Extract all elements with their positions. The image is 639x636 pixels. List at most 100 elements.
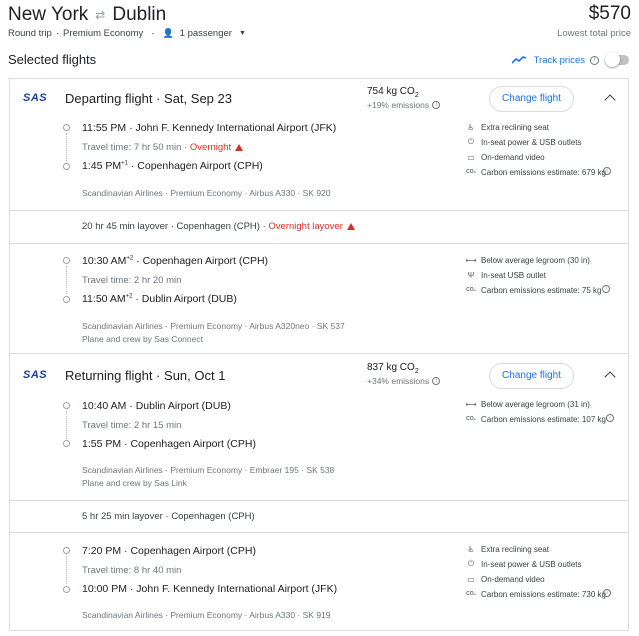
amenity: ▭ On-demand video	[467, 574, 545, 584]
amenity: ▭ On-demand video	[467, 152, 545, 162]
seg1-arrival: 1:45 PM+1 · Copenhagen Airport (CPH)	[82, 160, 263, 172]
departing-date: Sat, Sep 23	[164, 91, 232, 106]
info-icon[interactable]: i	[432, 101, 441, 109]
divider	[10, 243, 628, 244]
seg1-travel-time: Travel time: 2 hr 15 min	[82, 420, 182, 431]
origin-city: New York	[8, 4, 89, 25]
reclining-seat-icon: ♿	[467, 544, 475, 554]
destination-city: Dublin	[112, 4, 167, 25]
returning-emissions: 837 kg CO2	[367, 362, 419, 375]
selected-flights-heading: Selected flights	[8, 52, 97, 67]
toggle-knob	[605, 52, 620, 67]
co2-icon: CO₂	[466, 287, 476, 293]
seg1-details: Scandinavian Airlines · Premium Economy …	[82, 188, 331, 198]
info-icon[interactable]: i	[603, 167, 611, 175]
seg1-departure: 10:40 AM · Dublin Airport (DUB)	[82, 400, 231, 412]
seg1-operator: Plane and crew by Sas Link	[82, 478, 187, 488]
seg2-operator: Plane and crew by Sas Connect	[82, 334, 203, 344]
amenity: CO₂ Carbon emissions estimate: 679 kg	[466, 167, 606, 177]
amenity: ⟷ Below average legroom (31 in)	[465, 399, 590, 409]
seg2-departure: 7:20 PM · Copenhagen Airport (CPH)	[82, 545, 256, 557]
co2-icon: CO₂	[466, 416, 476, 422]
arrival-dot	[63, 440, 70, 447]
emissions-value: 837 kg CO	[367, 362, 415, 373]
returning-emissions-pct: +34% emissions i	[367, 376, 441, 386]
change-departing-button[interactable]: Change flight	[489, 86, 574, 112]
track-prices-toggle[interactable]	[605, 52, 629, 67]
seg1-departure: 11:55 PM · John F. Kennedy International…	[82, 122, 337, 134]
divider	[10, 210, 628, 211]
arrival-dot	[63, 163, 70, 170]
co2-icon: CO₂	[466, 591, 476, 597]
route-dots	[66, 266, 67, 294]
change-returning-button[interactable]: Change flight	[489, 363, 574, 389]
departure-dot	[63, 402, 70, 409]
reclining-seat-icon: ♿	[467, 122, 475, 132]
departing-title: Departing flight · Sat, Sep 23	[65, 91, 232, 106]
seg1-travel-time: Travel time: 7 hr 50 min · Overnight	[82, 142, 244, 153]
info-icon[interactable]: i	[606, 414, 614, 422]
info-icon[interactable]: i	[590, 55, 599, 65]
sas-logo: SAS	[23, 92, 48, 104]
info-icon[interactable]: i	[603, 589, 611, 597]
warning-icon	[346, 223, 355, 230]
amenity: ⟷ Below average legroom (30 in)	[465, 255, 590, 265]
arrival-dot	[63, 296, 70, 303]
trip-options: Round trip · Premium Economy · 👤 1 passe…	[8, 28, 246, 39]
emissions-value: 754 kg CO	[367, 86, 415, 97]
legroom-icon: ⟷	[465, 399, 477, 409]
amenity: CO₂ Carbon emissions estimate: 107 kg	[466, 414, 606, 424]
departing-label: Departing flight	[65, 91, 153, 106]
power-plug-icon: ⏻	[467, 137, 475, 146]
info-icon[interactable]: i	[432, 377, 441, 385]
route-dots	[66, 133, 67, 161]
amenity: CO₂ Carbon emissions estimate: 730 kg	[466, 589, 606, 599]
dropdown-arrow-icon: ▼	[238, 30, 246, 37]
info-icon[interactable]: i	[602, 285, 610, 293]
seg2-travel-time: Travel time: 2 hr 20 min	[82, 275, 182, 286]
collapse-chevron-icon[interactable]	[604, 371, 616, 383]
track-prices-control[interactable]: Track prices i	[511, 52, 629, 67]
track-prices-label: Track prices	[533, 54, 585, 66]
seg2-arrival: 11:50 AM+2 · Dublin Airport (DUB)	[82, 293, 237, 305]
seg2-details: Scandinavian Airlines · Premium Economy …	[82, 321, 345, 331]
power-plug-icon: ⏻	[467, 559, 475, 568]
trend-icon	[511, 53, 527, 67]
returning-layover: 5 hr 25 min layover · Copenhagen (CPH)	[82, 511, 255, 522]
departing-emissions-pct: +19% emissions i	[367, 100, 441, 110]
seg2-arrival: 10:00 PM · John F. Kennedy International…	[82, 583, 338, 595]
seg2-departure: 10:30 AM+2 · Copenhagen Airport (CPH)	[82, 255, 269, 267]
departing-flight-card: SAS Departing flight · Sat, Sep 23 754 k…	[9, 78, 629, 354]
route-dots	[66, 411, 67, 439]
divider	[10, 532, 628, 533]
passenger-count: 1 passenger	[179, 28, 232, 39]
video-icon: ▭	[467, 574, 475, 584]
returning-label: Returning flight	[65, 368, 153, 383]
trip-type: Round trip	[8, 28, 52, 39]
seg1-details: Scandinavian Airlines · Premium Economy …	[82, 465, 335, 475]
amenity: ⏻ In-seat power & USB outlets	[467, 559, 582, 569]
seg2-travel-time: Travel time: 8 hr 40 min	[82, 565, 182, 576]
video-icon: ▭	[467, 152, 475, 162]
returning-flight-card: SAS Returning flight · Sun, Oct 1 837 kg…	[9, 353, 629, 631]
price-note: Lowest total price	[557, 28, 631, 39]
returning-title: Returning flight · Sun, Oct 1	[65, 368, 226, 383]
route-dots	[66, 556, 67, 584]
overnight-warning: Overnight	[189, 142, 232, 153]
returning-date: Sun, Oct 1	[164, 368, 226, 383]
arrival-dot	[63, 586, 70, 593]
divider	[10, 500, 628, 501]
collapse-chevron-icon[interactable]	[604, 94, 616, 106]
passenger-selector[interactable]: 👤 1 passenger ▼	[162, 28, 245, 39]
amenity: ⏻ In-seat power & USB outlets	[467, 137, 582, 147]
departure-dot	[63, 547, 70, 554]
route-title: New York ⇄ Dublin	[8, 4, 166, 26]
seg2-details: Scandinavian Airlines · Premium Economy …	[82, 610, 331, 620]
cabin-class: Premium Economy	[63, 28, 144, 39]
total-price: $570	[588, 3, 631, 24]
usb-icon: Ψ	[467, 270, 475, 280]
amenity: ♿ Extra reclining seat	[467, 544, 550, 554]
co2-icon: CO₂	[466, 169, 476, 175]
departing-emissions: 754 kg CO2	[367, 86, 419, 99]
departure-dot	[63, 257, 70, 264]
